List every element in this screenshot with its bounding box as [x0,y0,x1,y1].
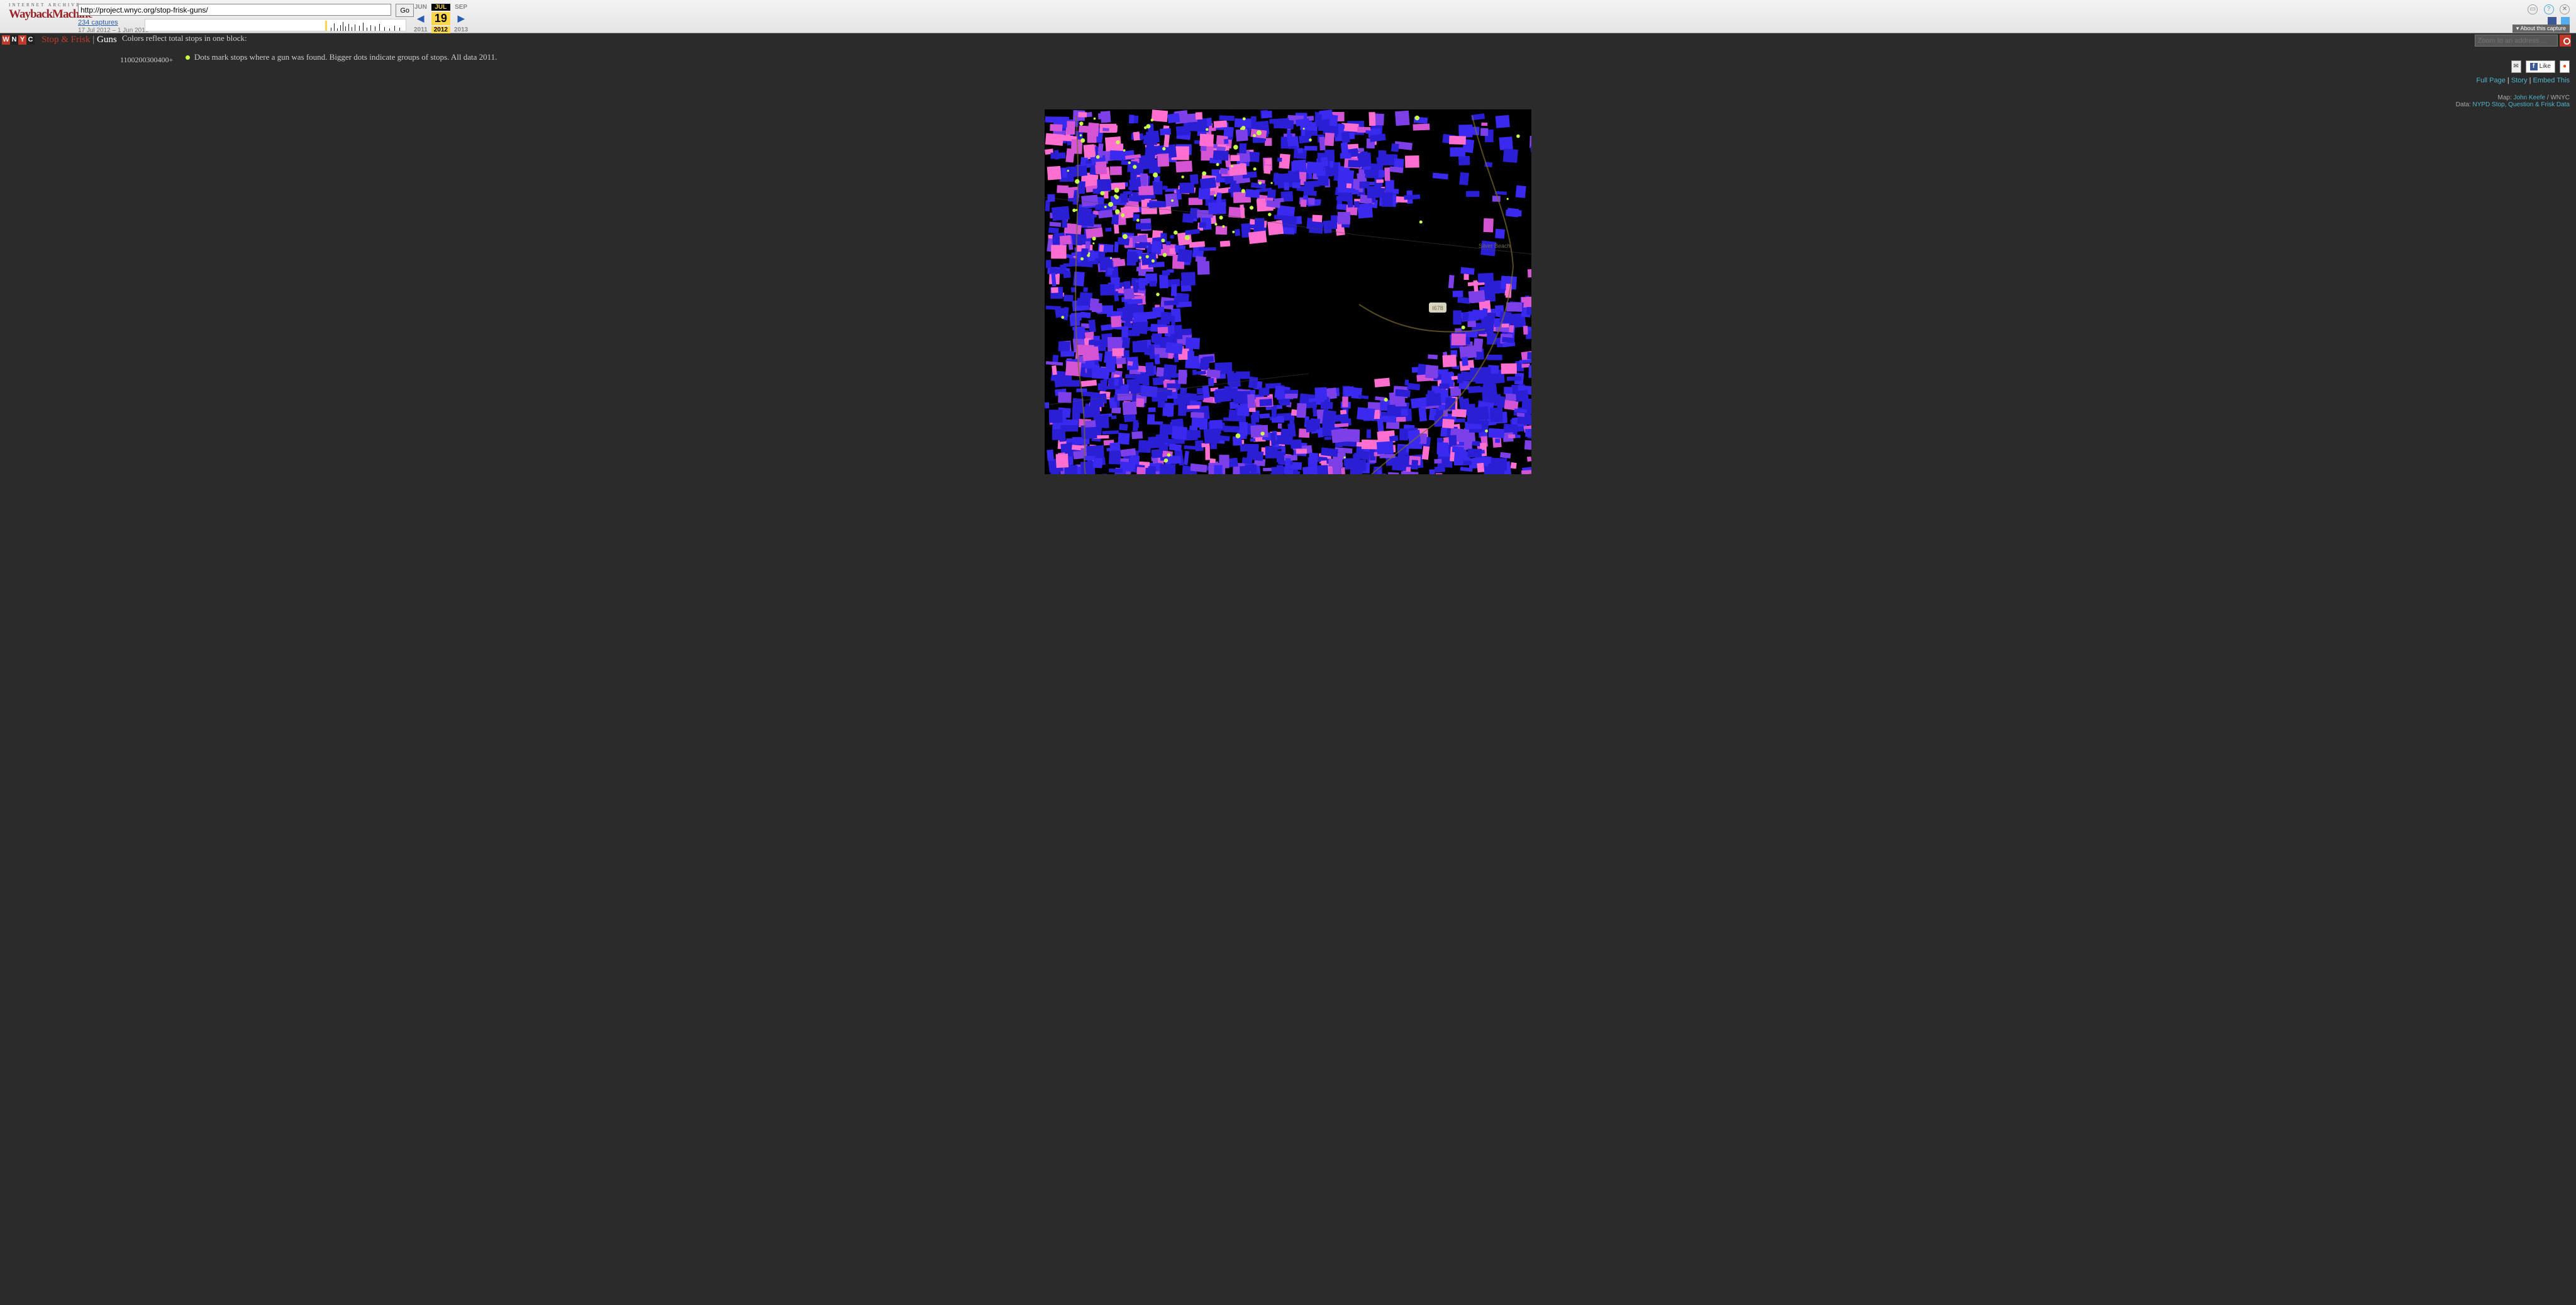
prev-arrow-icon[interactable]: ◀ [411,12,430,25]
close-icon[interactable]: ✕ [2560,4,2570,14]
brand-letter: W [2,35,10,45]
help-icon[interactable]: ? [2544,4,2554,14]
full-page-link[interactable]: Full Page [2476,77,2505,84]
legend-scale-numbers: 1100200300400+ [120,55,173,65]
info-panel: ✉ fLike ● Full Page | Story | Embed This… [2456,60,2570,108]
title-part-a: Stop & Frisk [42,35,91,45]
reddit-share-button[interactable]: ● [2560,60,2570,73]
about-capture-toggle[interactable]: ▾ About this capture [2512,25,2570,33]
title-separator: | [91,35,97,45]
gun-dot-icon [186,55,190,60]
facebook-like-button[interactable]: fLike [2526,60,2555,73]
screenshot-icon[interactable]: ▭ [2528,4,2538,14]
data-source-link[interactable]: NYPD Stop, Question & Frisk Data [2472,101,2570,108]
highway-shield-label: I678 [1432,305,1443,311]
captures-range: 17 Jul 2012 – 1 Jun 2018 [78,27,148,34]
next-arrow-icon[interactable]: ▶ [452,12,470,25]
title-part-b: Guns [97,35,117,45]
address-search [2475,35,2571,47]
next-year[interactable]: 2013 [452,26,470,33]
brand-letter: N [10,35,18,45]
email-share-button[interactable]: ✉ [2511,60,2521,73]
prev-month[interactable]: JUN [411,4,430,11]
page-header: WNYC Stop & Frisk | Guns Colors reflect … [0,33,2576,58]
legend-line2: Dots mark stops where a gun was found. B… [194,52,497,62]
legend-line1: Colors reflect total stops in one block: [122,33,497,43]
wayback-captures: 234 captures 17 Jul 2012 – 1 Jun 2018 [78,19,148,34]
wayback-url-form: Go [78,4,414,17]
wnyc-logo[interactable]: WNYC [2,35,35,45]
current-day: 19 [431,12,450,25]
wayback-toolbar: INTERNET ARCHIVE WaybackMachine Go 234 c… [0,0,2576,33]
wayback-url-input[interactable] [78,4,391,16]
wayback-calendar-nav: JUN JUL SEP ◀ 19 ▶ 2011 2012 2013 [410,3,472,35]
embed-link[interactable]: Embed This [2533,77,2570,84]
current-year: 2012 [431,26,450,33]
search-button[interactable] [2560,35,2571,47]
credits: Map: John Keefe / WNYC Data: NYPD Stop, … [2456,94,2570,108]
page-links: Full Page | Story | Embed This [2456,77,2570,84]
map-legend: Colors reflect total stops in one block:… [122,33,497,53]
map-place-label: Silver Beach [1479,243,1511,249]
brand-letter: Y [18,35,26,45]
share-buttons: ✉ fLike ● [2456,60,2570,73]
current-month: JUL [431,4,450,11]
prev-year[interactable]: 2011 [411,26,430,33]
next-month[interactable]: SEP [452,4,470,11]
captures-count-link[interactable]: 234 captures [78,19,118,26]
map-author-link[interactable]: John Keefe [2514,94,2546,101]
wayback-sparkline[interactable] [145,19,406,31]
search-input[interactable] [2475,35,2558,47]
page-title: Stop & Frisk | Guns [42,35,117,45]
brand-letter: C [26,35,35,45]
choropleth-map[interactable]: I678 Silver Beach [1045,109,1531,474]
story-link[interactable]: Story [2511,77,2528,84]
